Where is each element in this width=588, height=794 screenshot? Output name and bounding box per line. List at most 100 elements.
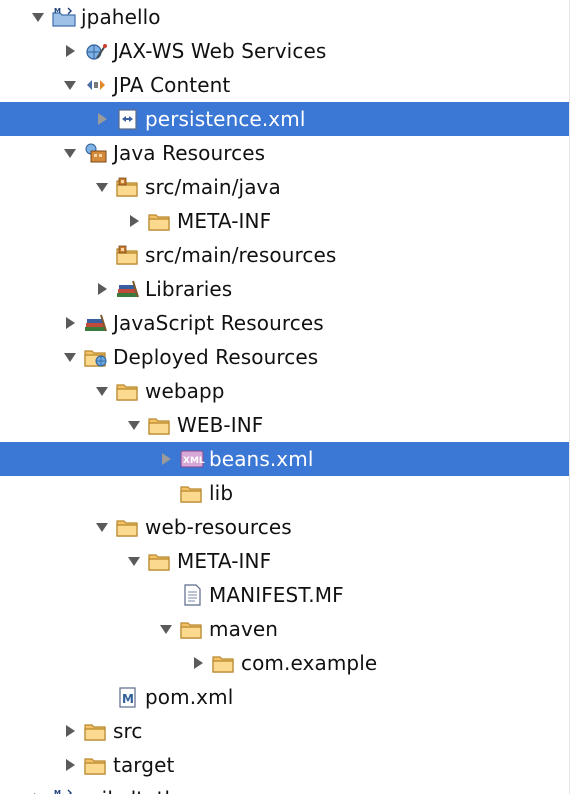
collapsed-arrow-icon[interactable]	[60, 41, 80, 61]
collapsed-arrow-icon[interactable]	[60, 313, 80, 333]
folder-icon	[115, 516, 141, 538]
deployed-resources-icon	[83, 346, 109, 368]
tree-item-label: src	[113, 719, 143, 743]
project-explorer-tree: Mjpahello JAX-WS Web Services JPA Content p…	[0, 0, 570, 794]
tree-item[interactable]: Mrailsdtotheu	[0, 782, 570, 794]
tree-item-label: MANIFEST.MF	[209, 583, 344, 607]
tree-item[interactable]: Mpom.xml	[0, 680, 570, 714]
svg-text:M: M	[54, 7, 61, 15]
tree-item-label: maven	[209, 617, 279, 641]
vertical-scrollbar[interactable]	[569, 0, 588, 794]
scrollbar-thumb[interactable]	[576, 40, 584, 660]
collapsed-arrow-icon[interactable]	[60, 721, 80, 741]
tree-item[interactable]: JAX-WS Web Services	[0, 34, 570, 68]
collapsed-arrow-icon[interactable]	[60, 755, 80, 775]
folder-icon	[147, 414, 173, 436]
tree-item-label: jpahello	[81, 5, 161, 29]
folder-icon	[147, 210, 173, 232]
tree-item[interactable]: JavaScript Resources	[0, 306, 570, 340]
toggle-spacer	[156, 585, 176, 605]
tree-item[interactable]: web-resources	[0, 510, 570, 544]
tree-item-label: JPA Content	[113, 73, 231, 97]
tree-item[interactable]: XML beans.xml	[0, 442, 570, 476]
tree-item-label: Deployed Resources	[113, 345, 319, 369]
tree-item[interactable]: META-INF	[0, 204, 570, 238]
tree-item-label: web-resources	[145, 515, 292, 539]
tree-item-label: Java Resources	[113, 141, 266, 165]
web-services-icon	[83, 40, 109, 62]
expanded-arrow-icon[interactable]	[92, 517, 112, 537]
tree-item-label: webapp	[145, 379, 225, 403]
toggle-spacer	[92, 687, 112, 707]
expanded-arrow-icon[interactable]	[124, 551, 144, 571]
tree-item-label: railsdtotheu	[81, 787, 202, 794]
expanded-arrow-icon[interactable]	[124, 415, 144, 435]
tree-item[interactable]: Libraries	[0, 272, 570, 306]
tree-item-label: Libraries	[145, 277, 233, 301]
tree-item-label: JavaScript Resources	[113, 311, 324, 335]
tree-item[interactable]: Mjpahello	[0, 0, 570, 34]
tree-item[interactable]: webapp	[0, 374, 570, 408]
maven-project-icon: M	[51, 6, 77, 28]
tree-item[interactable]: MANIFEST.MF	[0, 578, 570, 612]
jpa-content-icon	[83, 74, 109, 96]
expanded-arrow-icon[interactable]	[60, 75, 80, 95]
maven-project-icon: M	[51, 788, 77, 794]
collapsed-arrow-icon[interactable]	[92, 109, 112, 129]
collapsed-arrow-icon[interactable]	[28, 789, 48, 794]
tree-item-label: target	[113, 753, 175, 777]
persistence-xml-icon	[115, 108, 141, 130]
expanded-arrow-icon[interactable]	[60, 347, 80, 367]
java-resources-icon	[83, 142, 109, 164]
tree-item[interactable]: WEB-INF	[0, 408, 570, 442]
tree-item-label: beans.xml	[209, 447, 314, 471]
expanded-arrow-icon[interactable]	[60, 143, 80, 163]
tree-item-label: META-INF	[177, 549, 272, 573]
tree-item[interactable]: src/main/resources	[0, 238, 570, 272]
tree-item-label: JAX-WS Web Services	[113, 39, 327, 63]
collapsed-arrow-icon[interactable]	[188, 653, 208, 673]
expanded-arrow-icon[interactable]	[92, 177, 112, 197]
tree-item[interactable]: maven	[0, 612, 570, 646]
folder-icon	[179, 482, 205, 504]
tree-item[interactable]: Deployed Resources	[0, 340, 570, 374]
tree-item-label: WEB-INF	[177, 413, 264, 437]
maven-pom-icon: M	[115, 686, 141, 708]
folder-icon	[83, 720, 109, 742]
tree-item[interactable]: com.example	[0, 646, 570, 680]
source-folder-icon	[115, 244, 141, 266]
collapsed-arrow-icon[interactable]	[156, 449, 176, 469]
tree-item[interactable]: src	[0, 714, 570, 748]
libraries-icon	[83, 312, 109, 334]
tree-item[interactable]: Java Resources	[0, 136, 570, 170]
svg-text:XML: XML	[183, 456, 205, 466]
tree-item[interactable]: lib	[0, 476, 570, 510]
tree-item[interactable]: JPA Content	[0, 68, 570, 102]
expanded-arrow-icon[interactable]	[28, 7, 48, 27]
tree-item-label: META-INF	[177, 209, 272, 233]
expanded-arrow-icon[interactable]	[92, 381, 112, 401]
folder-icon	[179, 618, 205, 640]
folder-icon	[115, 380, 141, 402]
tree-item[interactable]: persistence.xml	[0, 102, 570, 136]
xml-file-icon: XML	[179, 448, 205, 470]
tree-item-label: persistence.xml	[145, 107, 306, 131]
collapsed-arrow-icon[interactable]	[124, 211, 144, 231]
tree-item[interactable]: target	[0, 748, 570, 782]
tree-item[interactable]: META-INF	[0, 544, 570, 578]
text-file-icon	[179, 584, 205, 606]
tree-item-label: src/main/resources	[145, 243, 337, 267]
tree-item[interactable]: src/main/java	[0, 170, 570, 204]
folder-icon	[83, 754, 109, 776]
tree-item-label: pom.xml	[145, 685, 234, 709]
libraries-icon	[115, 278, 141, 300]
tree-item-label: com.example	[241, 651, 378, 675]
svg-text:M: M	[122, 692, 134, 706]
toggle-spacer	[92, 245, 112, 265]
folder-icon	[211, 652, 237, 674]
expanded-arrow-icon[interactable]	[156, 619, 176, 639]
source-folder-icon	[115, 176, 141, 198]
toggle-spacer	[156, 483, 176, 503]
svg-text:M: M	[54, 789, 61, 794]
collapsed-arrow-icon[interactable]	[92, 279, 112, 299]
